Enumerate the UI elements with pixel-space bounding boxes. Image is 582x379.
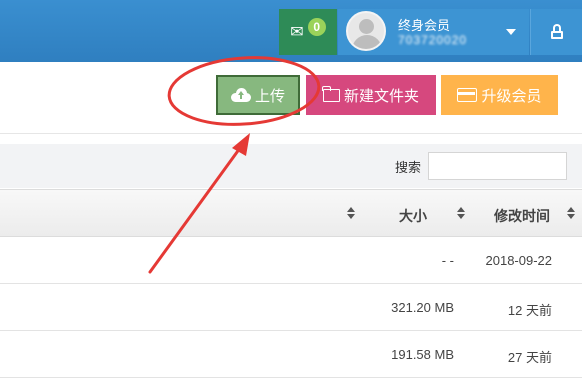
- table-row[interactable]: - - 2018-09-22: [0, 238, 582, 284]
- sort-icon[interactable]: [567, 207, 575, 219]
- file-size: - -: [441, 253, 454, 268]
- sort-icon[interactable]: [457, 207, 465, 219]
- toolbar-divider: [0, 133, 582, 134]
- folder-icon: [322, 85, 340, 102]
- upgrade-label: 升级会员: [481, 87, 542, 105]
- messages-button[interactable]: ✉ 0: [279, 9, 337, 55]
- top-header-bar: ✉ 0 终身会员 703720020: [0, 0, 582, 62]
- file-modified: 2018-09-22: [485, 253, 553, 268]
- lock-button[interactable]: [530, 9, 582, 55]
- user-avatar-icon: [346, 11, 386, 51]
- search-input[interactable]: [428, 152, 567, 180]
- envelope-icon: ✉: [290, 22, 304, 41]
- cloud-upload-icon: [230, 88, 251, 102]
- upload-label: 上传: [254, 87, 285, 105]
- file-modified: 27 天前: [507, 350, 552, 365]
- file-size: 321.20 MB: [391, 300, 454, 315]
- column-header-size[interactable]: 大小: [399, 206, 427, 226]
- sort-icon[interactable]: [347, 207, 355, 219]
- new-folder-button[interactable]: 新建文件夹: [306, 75, 436, 115]
- table-header: 大小 修改时间: [0, 189, 582, 237]
- user-id-text: 703720020: [398, 33, 468, 47]
- search-bar: 搜索: [0, 144, 582, 188]
- chevron-down-icon[interactable]: [506, 29, 516, 35]
- table-row[interactable]: 321.20 MB 12 天前: [0, 285, 582, 331]
- lock-icon: [551, 24, 563, 39]
- file-modified: 12 天前: [507, 303, 552, 318]
- user-menu[interactable]: 终身会员 703720020: [338, 9, 529, 55]
- message-count-badge: 0: [307, 18, 326, 36]
- new-folder-label: 新建文件夹: [343, 87, 419, 105]
- upgrade-membership-button[interactable]: 升级会员: [441, 75, 558, 115]
- column-header-modified[interactable]: 修改时间: [494, 206, 550, 226]
- upload-button[interactable]: 上传: [216, 75, 300, 115]
- credit-card-icon: [457, 88, 478, 102]
- table-row[interactable]: 191.58 MB 27 天前: [0, 332, 582, 378]
- user-membership-label: 终身会员: [398, 18, 451, 33]
- file-size: 191.58 MB: [391, 347, 454, 362]
- search-label: 搜索: [395, 160, 422, 175]
